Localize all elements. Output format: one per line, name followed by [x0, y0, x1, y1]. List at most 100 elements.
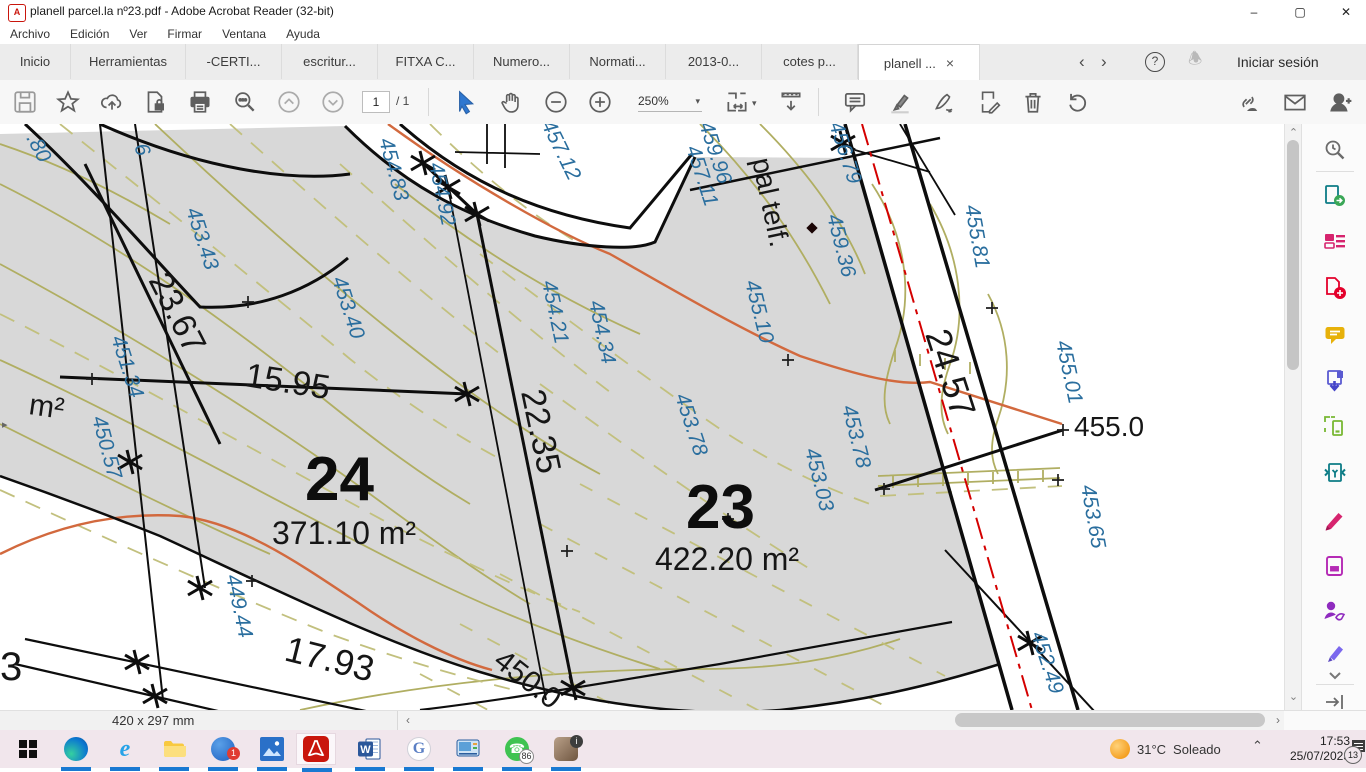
save-icon[interactable] — [12, 89, 38, 115]
photos-app-icon[interactable] — [252, 733, 292, 765]
menu-bar: Archivo Edición Ver Firmar Ventana Ayuda — [0, 24, 1366, 44]
sign-in-button[interactable]: Iniciar sesión — [1237, 44, 1319, 79]
tab-nav-back[interactable]: ‹ — [1072, 44, 1092, 79]
tab-doc-escritur[interactable]: escritur... — [282, 44, 378, 79]
tab-doc-cotes[interactable]: cotes p... — [762, 44, 858, 79]
tab-close-icon[interactable]: × — [946, 55, 954, 71]
tab-doc-planell-active[interactable]: planell ... × — [858, 44, 980, 81]
fit-width-icon[interactable] — [778, 89, 804, 115]
clock-date: 25/07/2023 — [1276, 749, 1350, 764]
page-fit-icon[interactable] — [724, 89, 750, 115]
highlight-tool-icon[interactable] — [1323, 642, 1347, 666]
file-explorer-icon[interactable] — [154, 733, 194, 765]
tab-doc-fitxa[interactable]: FITXA C... — [378, 44, 474, 79]
menu-ayuda[interactable]: Ayuda — [276, 27, 330, 41]
previous-page-icon[interactable] — [276, 89, 302, 115]
acrobat-reader-icon-active[interactable] — [296, 733, 336, 765]
tray-expand-icon[interactable]: ⌃ — [1252, 738, 1263, 754]
stamp-tool-icon[interactable] — [1323, 554, 1347, 578]
weather-temp: 31°C — [1137, 742, 1166, 757]
chevron-down-icon[interactable]: ▾ — [752, 98, 757, 109]
next-page-icon[interactable] — [320, 89, 346, 115]
fill-sign-icon[interactable] — [1323, 509, 1347, 533]
share-person-icon[interactable] — [1327, 89, 1353, 115]
sidebar-divider — [1316, 171, 1354, 172]
highlighter-icon[interactable] — [887, 89, 913, 115]
sign-pen-icon[interactable] — [931, 89, 957, 115]
main-toolbar: 1 / 1 250% ▾ ▾ — [0, 80, 1366, 125]
menu-archivo[interactable]: Archivo — [0, 27, 60, 41]
internet-explorer-icon[interactable]: e — [105, 733, 145, 765]
star-icon[interactable] — [55, 89, 81, 115]
game-app-icon[interactable]: i — [546, 733, 586, 765]
zoom-in-icon[interactable] — [587, 89, 613, 115]
left-pane-toggle-icon[interactable]: ▸ — [2, 418, 8, 431]
scroll-right-icon[interactable]: › — [1276, 711, 1280, 730]
bell-icon[interactable]: 🕭 — [1188, 44, 1202, 79]
close-button[interactable]: ✕ — [1326, 0, 1366, 24]
search-tool-icon[interactable] — [1323, 138, 1347, 162]
print-icon[interactable] — [187, 89, 213, 115]
edit-pdf-icon[interactable] — [1323, 230, 1347, 254]
windows-taskbar: e 1 W G ☎ 86 i 31°C — [0, 730, 1366, 768]
tab-doc-2013[interactable]: 2013-0... — [666, 44, 762, 79]
running-indicator — [302, 768, 332, 772]
page-lock-icon[interactable] — [142, 89, 168, 115]
scroll-left-icon[interactable]: ‹ — [406, 711, 410, 730]
compress-pdf-icon[interactable] — [1323, 461, 1347, 485]
help-icon[interactable]: ? — [1145, 44, 1165, 79]
map-label: 455.81 — [960, 203, 994, 270]
tab-doc-numero[interactable]: Numero... — [474, 44, 570, 79]
comment-tool-icon[interactable] — [1323, 323, 1347, 347]
request-signatures-icon[interactable] — [1323, 599, 1347, 623]
minimize-button[interactable]: – — [1234, 0, 1274, 24]
rotate-icon[interactable] — [1064, 89, 1090, 115]
horizontal-scrollbar[interactable]: ‹ › — [398, 711, 1284, 730]
map-label: 17.93 — [281, 628, 378, 690]
menu-edicion[interactable]: Edición — [60, 27, 119, 41]
delete-icon[interactable] — [1020, 89, 1046, 115]
search-tools-icon[interactable] — [232, 89, 258, 115]
word-icon[interactable]: W — [350, 733, 390, 765]
pdf-page-canvas[interactable]: .806453.43451.34450.57449.44454.83454.92… — [0, 124, 1284, 710]
vertical-scrollbar[interactable]: ⌃ ⌄ — [1284, 124, 1302, 710]
tab-nav-forward[interactable]: › — [1094, 44, 1114, 79]
map-label: 452.49 — [1026, 628, 1068, 696]
menu-ver[interactable]: Ver — [119, 27, 157, 41]
menu-firmar[interactable]: Firmar — [157, 27, 212, 41]
comment-icon[interactable] — [842, 89, 868, 115]
create-pdf-icon[interactable] — [1323, 276, 1347, 300]
map-label: 457.12 — [537, 124, 586, 184]
taskbar-weather[interactable]: 31°C Soleado — [1110, 730, 1221, 768]
email-icon[interactable] — [1282, 89, 1308, 115]
select-tool-icon[interactable] — [452, 89, 478, 115]
tab-herramientas[interactable]: Herramientas — [71, 44, 186, 79]
taskbar-clock[interactable]: 17:53 25/07/2023 — [1276, 734, 1350, 764]
menu-ventana[interactable]: Ventana — [212, 27, 276, 41]
media-app-icon[interactable] — [448, 733, 488, 765]
thunderbird-icon[interactable]: 1 — [203, 733, 243, 765]
vertical-scroll-thumb[interactable] — [1287, 140, 1299, 370]
combine-files-icon[interactable] — [1323, 369, 1347, 393]
page-number-input[interactable]: 1 — [362, 91, 390, 113]
zoom-out-icon[interactable] — [543, 89, 569, 115]
edge-browser-icon[interactable] — [56, 733, 96, 765]
edit-page-icon[interactable] — [975, 89, 1001, 115]
hand-tool-icon[interactable] — [498, 89, 524, 115]
organize-pages-icon[interactable] — [1323, 415, 1347, 439]
zoom-level-dropdown[interactable]: 250% ▾ — [638, 91, 702, 112]
tab-inicio[interactable]: Inicio — [0, 44, 71, 79]
scroll-up-icon[interactable]: ⌃ — [1285, 126, 1302, 139]
start-button[interactable] — [8, 733, 48, 765]
tab-doc-normati[interactable]: Normati... — [570, 44, 666, 79]
horizontal-scroll-thumb[interactable] — [955, 713, 1265, 727]
chevron-down-icon[interactable] — [1323, 664, 1347, 676]
scroll-down-icon[interactable]: ⌄ — [1285, 690, 1302, 703]
g-app-icon[interactable]: G — [399, 733, 439, 765]
tab-doc-certi[interactable]: -CERTI... — [186, 44, 282, 79]
maximize-button[interactable]: ▢ — [1280, 0, 1320, 24]
export-pdf-icon[interactable] — [1323, 184, 1347, 208]
whatsapp-icon[interactable]: ☎ 86 — [497, 733, 537, 765]
link-icon[interactable] — [1235, 89, 1261, 115]
cloud-upload-icon[interactable] — [99, 89, 125, 115]
